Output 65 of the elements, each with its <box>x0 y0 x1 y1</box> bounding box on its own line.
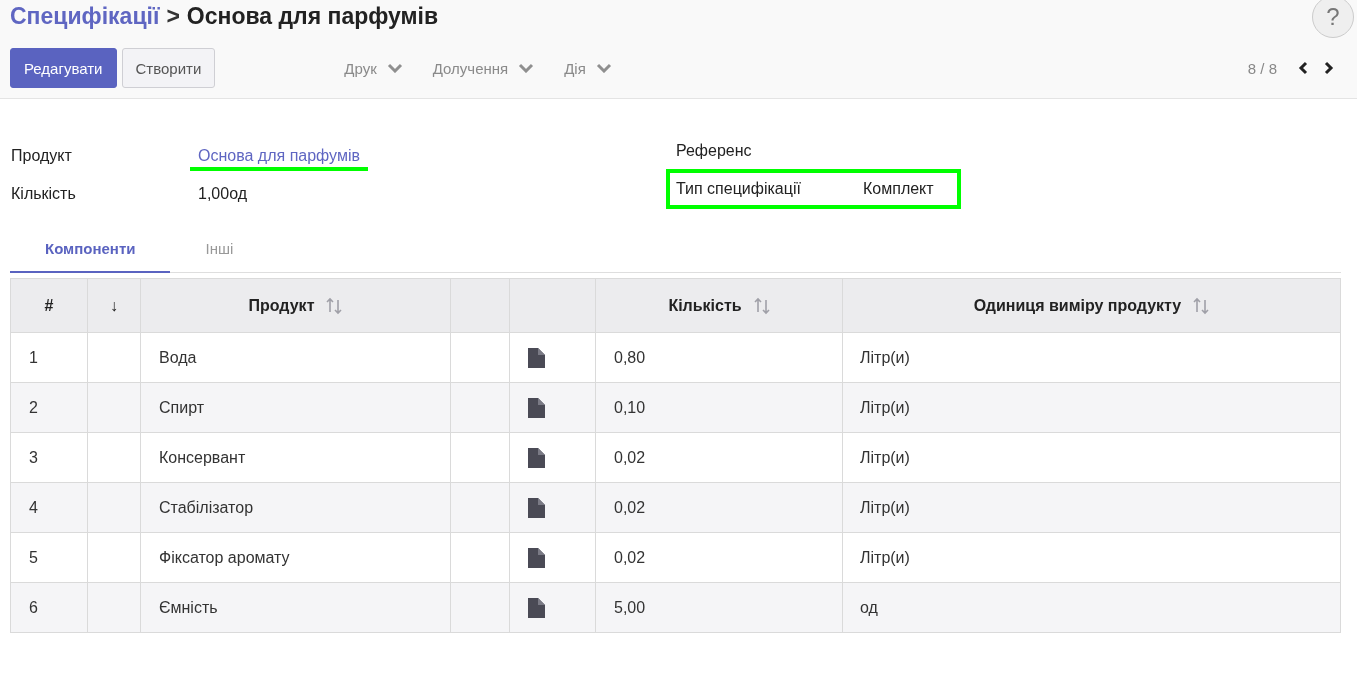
document-icon[interactable] <box>527 397 545 418</box>
help-button[interactable]: ? <box>1312 0 1354 38</box>
row-number: 3 <box>29 448 38 466</box>
product-cell: Стабілізатор <box>159 498 254 516</box>
column-header[interactable]: Одиниця виміру продукту <box>842 278 1341 333</box>
edit-button[interactable]: Редагувати <box>10 48 117 88</box>
field-label: Кількість <box>11 185 77 203</box>
page-title: Основа для парфумів <box>186 3 439 30</box>
sort-icon <box>1193 295 1210 316</box>
product-cell: Вода <box>159 348 197 366</box>
breadcrumb-separator: > <box>166 3 180 30</box>
unit-cell: од <box>860 598 878 616</box>
breadcrumb-link[interactable]: Специфікації <box>10 3 160 30</box>
chevron-down-icon <box>518 63 535 73</box>
column-title: ↓ <box>110 296 118 315</box>
product-cell: Консервант <box>159 448 246 466</box>
unit-cell: Літр(и) <box>860 498 910 516</box>
unit-cell: Літр(и) <box>860 548 910 566</box>
row-number: 2 <box>29 398 38 416</box>
unit-cell: Літр(и) <box>860 348 910 366</box>
row-number: 4 <box>29 498 38 516</box>
row-number: 5 <box>29 548 38 566</box>
field-value: 1,00од <box>198 185 248 203</box>
tab[interactable]: Компоненти <box>10 240 171 273</box>
sort-icon <box>753 295 770 316</box>
document-icon[interactable] <box>527 447 545 468</box>
row-number: 6 <box>29 598 38 616</box>
product-cell: Фіксатор аромату <box>159 548 290 566</box>
quantity-cell: 5,00 <box>614 598 646 616</box>
field-label: Тип специфікації <box>676 180 802 198</box>
product-cell: Ємність <box>159 598 218 616</box>
dropdown-menu[interactable]: Друк <box>344 59 403 77</box>
sort-icon <box>326 295 343 316</box>
dropdown-menu[interactable]: Долучення <box>432 59 535 77</box>
field-label: Референс <box>676 142 753 160</box>
chevron-down-icon <box>595 63 612 73</box>
column-title: Кількість <box>668 296 742 315</box>
quantity-cell: 0,02 <box>614 498 646 516</box>
dropdown-menu[interactable]: Дія <box>564 59 612 77</box>
create-button[interactable]: Створити <box>121 48 216 88</box>
column-header[interactable]: Продукт <box>140 278 451 333</box>
field-value: Комплект <box>863 180 934 198</box>
quantity-cell: 0,02 <box>614 548 646 566</box>
next-icon[interactable] <box>1323 61 1335 75</box>
pager-counter: 8 / 8 <box>1247 59 1277 77</box>
product-cell: Спирт <box>159 398 205 416</box>
column-header[interactable]: Кількість <box>595 278 843 333</box>
field-label: Продукт <box>11 147 73 165</box>
document-icon[interactable] <box>527 347 545 368</box>
unit-cell: Літр(и) <box>860 398 910 416</box>
column-title: # <box>44 296 54 315</box>
document-icon[interactable] <box>527 547 545 568</box>
row-number: 1 <box>29 348 38 366</box>
quantity-cell: 0,10 <box>614 398 646 416</box>
product-link[interactable]: Основа для парфумів <box>198 147 360 165</box>
unit-cell: Літр(и) <box>860 448 910 466</box>
document-icon[interactable] <box>527 497 545 518</box>
previous-icon[interactable] <box>1297 61 1309 75</box>
column-title: Одиниця виміру продукту <box>973 296 1182 315</box>
quantity-cell: 0,80 <box>614 348 646 366</box>
tab[interactable]: Інші <box>170 240 269 273</box>
document-icon[interactable] <box>527 597 545 618</box>
column-title: Продукт <box>248 296 315 315</box>
chevron-down-icon <box>386 63 403 73</box>
quantity-cell: 0,02 <box>614 448 646 466</box>
